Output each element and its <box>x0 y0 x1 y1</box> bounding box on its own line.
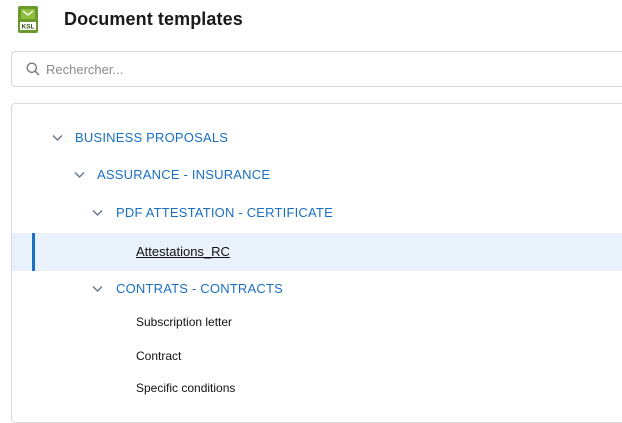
tree-leaf-contract[interactable]: Contract <box>12 342 622 372</box>
tree-leaf-label[interactable]: Subscription letter <box>136 315 232 329</box>
tree-leaf-label[interactable]: Specific conditions <box>136 381 235 395</box>
search-icon <box>26 62 40 76</box>
tree-leaf-label[interactable]: Attestations_RC <box>136 244 230 259</box>
chevron-down-icon[interactable] <box>74 171 85 179</box>
tree-node-contrats-contracts[interactable]: CONTRATS - CONTRACTS <box>12 272 622 308</box>
page-title: Document templates <box>64 9 243 29</box>
template-tree: BUSINESS PROPOSALS ASSURANCE - INSURANCE… <box>11 103 622 423</box>
tree-node-label[interactable]: PDF ATTESTATION - CERTIFICATE <box>116 205 333 220</box>
tree-leaf-subscription-letter[interactable]: Subscription letter <box>12 308 622 338</box>
tree-node-label[interactable]: ASSURANCE - INSURANCE <box>97 167 270 182</box>
tree-leaf-specific-conditions[interactable]: Specific conditions <box>12 374 622 404</box>
tree-node-pdf-attestation[interactable]: PDF ATTESTATION - CERTIFICATE <box>12 196 622 232</box>
selection-indicator <box>32 233 35 271</box>
logo-text: KSL <box>22 24 35 31</box>
search-box[interactable] <box>11 51 622 87</box>
tree-leaf-attestations-rc[interactable]: Attestations_RC <box>12 233 622 271</box>
page-header: KSL Document templates <box>0 0 622 44</box>
tree-leaf-label[interactable]: Contract <box>136 349 181 363</box>
chevron-down-icon[interactable] <box>92 285 103 293</box>
search-input[interactable] <box>46 52 606 86</box>
tree-node-label[interactable]: CONTRATS - CONTRACTS <box>116 281 283 296</box>
tree-node-business-proposals[interactable]: BUSINESS PROPOSALS <box>12 121 622 157</box>
document-template-icon: KSL <box>18 6 38 33</box>
tree-node-assurance-insurance[interactable]: ASSURANCE - INSURANCE <box>12 158 622 194</box>
chevron-down-icon[interactable] <box>92 209 103 217</box>
tree-node-label[interactable]: BUSINESS PROPOSALS <box>75 130 228 145</box>
chevron-down-icon[interactable] <box>52 134 63 142</box>
